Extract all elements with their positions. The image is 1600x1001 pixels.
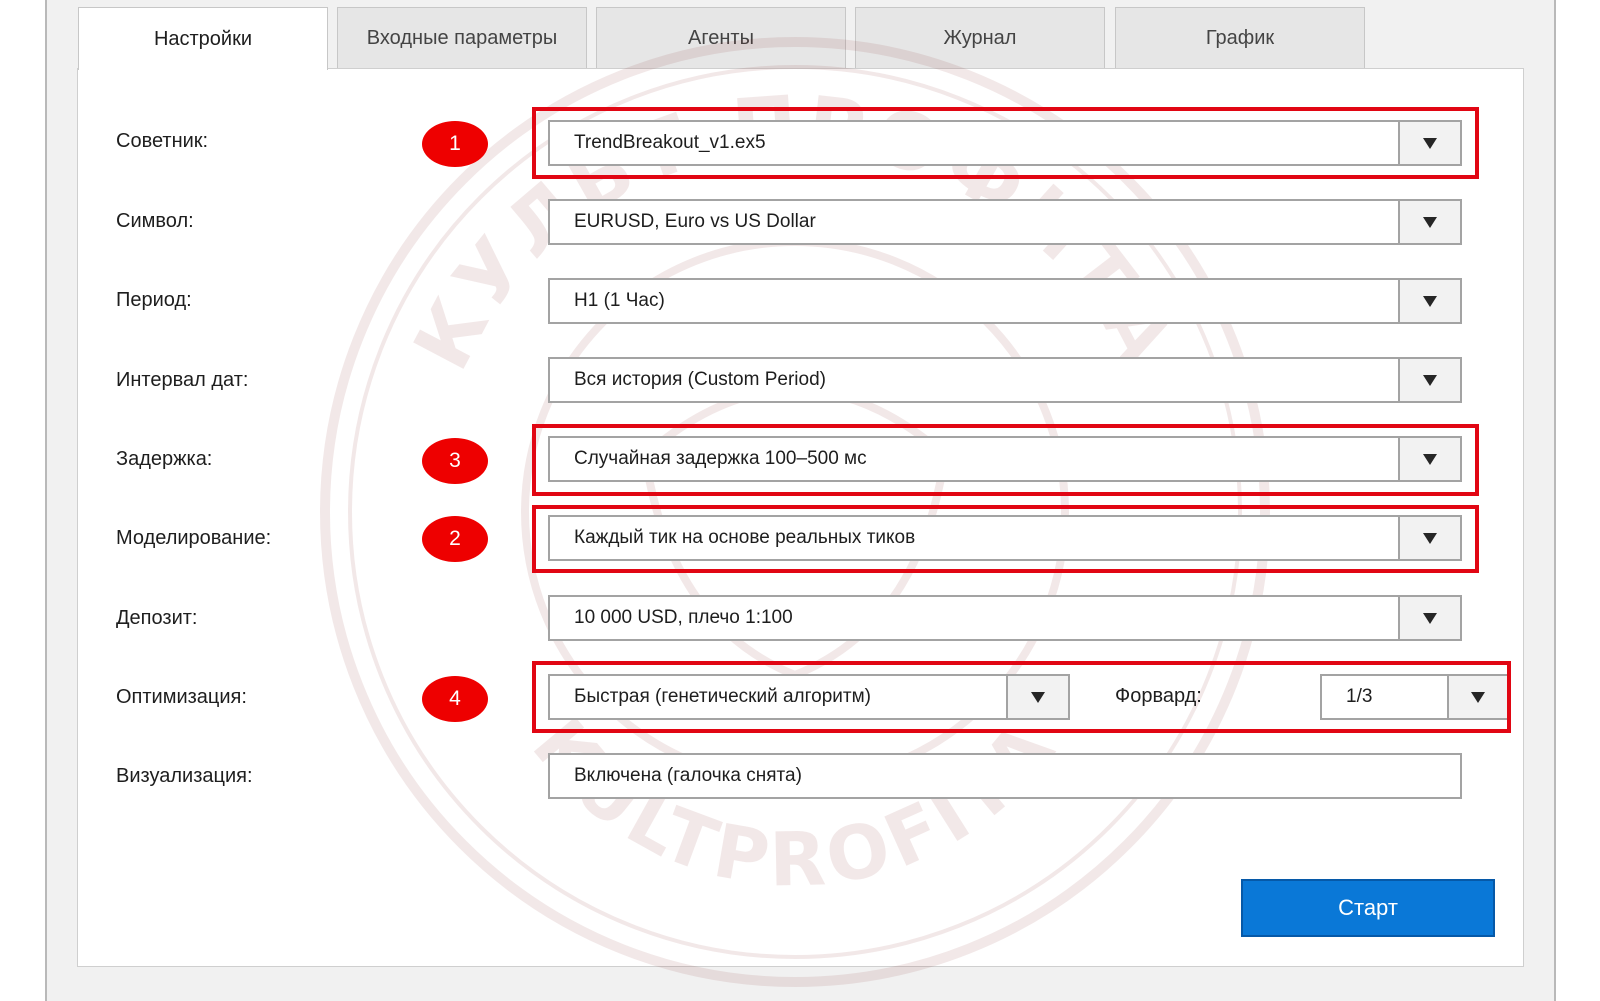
symbol-value: EURUSD, Euro vs US Dollar <box>574 211 816 232</box>
triangle-down-icon <box>1423 216 1437 228</box>
triangle-down-icon <box>1031 691 1045 703</box>
tab-journal[interactable]: Журнал <box>855 7 1105 69</box>
date-range-label: Интервал дат: <box>116 369 249 391</box>
symbol-dropdown-button[interactable] <box>1398 201 1460 243</box>
optimization-label: Оптимизация: <box>116 686 247 708</box>
symbol-label: Символ: <box>116 210 194 232</box>
date-range-value: Вся история (Custom Period) <box>574 369 826 390</box>
triangle-down-icon <box>1471 691 1485 703</box>
period-label: Период: <box>116 289 192 311</box>
forward-value: 1/3 <box>1346 686 1373 707</box>
tab-label: Настройки <box>153 27 253 50</box>
modeling-label: Моделирование: <box>116 527 272 549</box>
triangle-down-icon <box>1423 295 1437 307</box>
forward-select[interactable]: 1/3 <box>1320 674 1509 720</box>
date-range-select[interactable]: Вся история (Custom Period) <box>548 357 1462 403</box>
modeling-dropdown-button[interactable] <box>1398 517 1460 559</box>
date-range-dropdown-button[interactable] <box>1398 359 1460 401</box>
optimization-dropdown-button[interactable] <box>1006 676 1068 718</box>
marker-badge-4: 4 <box>422 676 488 722</box>
expert-dropdown-button[interactable] <box>1398 122 1460 164</box>
tab-settings[interactable]: Настройки <box>78 7 328 70</box>
expert-label: Советник: <box>116 130 209 152</box>
triangle-down-icon <box>1423 374 1437 386</box>
period-select[interactable]: H1 (1 Час) <box>548 278 1462 324</box>
marker-badge-2: 2 <box>422 516 488 562</box>
tab-label: Агенты <box>688 27 754 49</box>
delay-select[interactable]: Случайная задержка 100–500 мс <box>548 436 1462 482</box>
deposit-dropdown-button[interactable] <box>1398 597 1460 639</box>
marker-badge-1: 1 <box>422 121 488 167</box>
start-button[interactable]: Старт <box>1241 879 1495 937</box>
marker-badge-3: 3 <box>422 438 488 484</box>
expert-value: TrendBreakout_v1.ex5 <box>574 132 766 153</box>
tab-agents[interactable]: Агенты <box>596 7 846 69</box>
visualization-label: Визуализация: <box>116 765 253 787</box>
period-value: H1 (1 Час) <box>574 290 665 311</box>
optimization-value: Быстрая (генетический алгоритм) <box>574 686 871 707</box>
tab-label: Входные параметры <box>366 27 558 49</box>
visualization-field[interactable]: Включена (галочка снята) <box>548 753 1462 799</box>
optimization-select[interactable]: Быстрая (генетический алгоритм) <box>548 674 1070 720</box>
forward-label: Форвард: <box>1115 685 1202 707</box>
delay-label: Задержка: <box>116 448 213 470</box>
tab-inputs[interactable]: Входные параметры <box>337 7 587 69</box>
forward-dropdown-button[interactable] <box>1447 676 1507 718</box>
modeling-value: Каждый тик на основе реальных тиков <box>574 527 916 548</box>
tab-chart[interactable]: График <box>1115 7 1365 69</box>
modeling-select[interactable]: Каждый тик на основе реальных тиков <box>548 515 1462 561</box>
triangle-down-icon <box>1423 137 1437 149</box>
delay-dropdown-button[interactable] <box>1398 438 1460 480</box>
expert-select[interactable]: TrendBreakout_v1.ex5 <box>548 120 1462 166</box>
triangle-down-icon <box>1423 532 1437 544</box>
period-dropdown-button[interactable] <box>1398 280 1460 322</box>
deposit-value: 10 000 USD, плечо 1:100 <box>574 607 793 628</box>
symbol-select[interactable]: EURUSD, Euro vs US Dollar <box>548 199 1462 245</box>
deposit-select[interactable]: 10 000 USD, плечо 1:100 <box>548 595 1462 641</box>
tab-label: График <box>1205 27 1275 49</box>
deposit-label: Депозит: <box>116 607 198 629</box>
delay-value: Случайная задержка 100–500 мс <box>574 448 867 469</box>
triangle-down-icon <box>1423 453 1437 465</box>
triangle-down-icon <box>1423 612 1437 624</box>
tab-label: Журнал <box>943 27 1017 49</box>
